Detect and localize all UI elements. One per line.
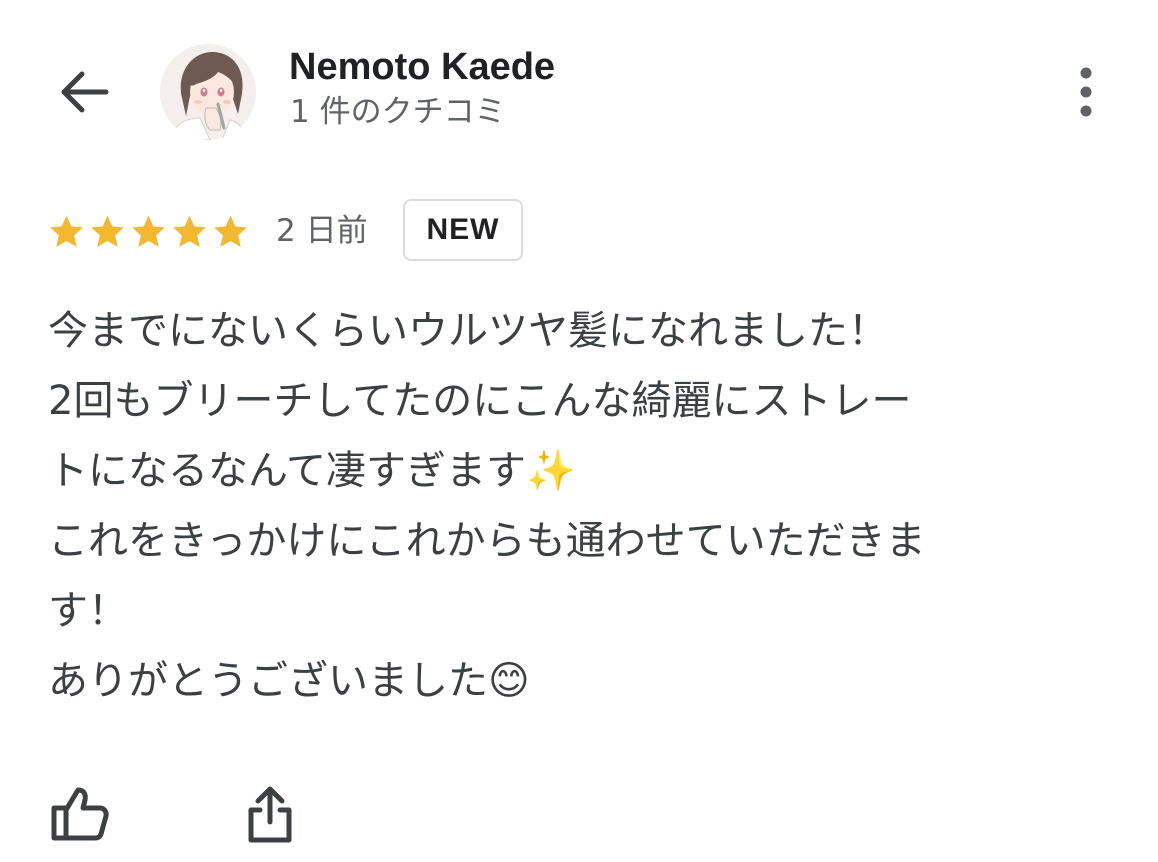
star-icon xyxy=(91,215,124,247)
review-line: 今までにないくらいウルツヤ髪になれました！ xyxy=(48,308,888,354)
new-badge: NEW xyxy=(403,199,523,261)
review-text: 今までにないくらいウルツヤ髪になれました！ 2回もブリーチしてたのにこんな綺麗に… xyxy=(48,296,1123,716)
review-line: 2回もブリーチしてたのにこんな綺麗にストレー xyxy=(48,378,912,424)
thumbs-up-icon xyxy=(51,787,109,841)
avatar[interactable] xyxy=(160,44,256,140)
review-line: す！ xyxy=(48,588,128,634)
review-line: トになるなんて凄すぎます✨ xyxy=(48,448,576,494)
like-button[interactable] xyxy=(48,784,112,844)
back-button[interactable] xyxy=(52,62,116,122)
more-vert-icon xyxy=(1080,67,1092,117)
review-line: これをきっかけにこれからも通わせていただきま xyxy=(48,518,926,564)
avatar-illustration xyxy=(160,44,256,140)
review-date: 2 日前 xyxy=(276,213,368,249)
star-icon xyxy=(173,215,206,247)
star-icon xyxy=(50,215,83,247)
reviewer-name[interactable]: Nemoto Kaede xyxy=(289,44,555,90)
star-rating xyxy=(46,212,251,252)
review-count: 1 件のクチコミ xyxy=(290,94,506,130)
star-icon xyxy=(132,215,165,247)
arrow-left-icon xyxy=(61,71,109,113)
share-button[interactable] xyxy=(240,784,300,846)
more-options-button[interactable] xyxy=(1066,62,1106,122)
star-icon xyxy=(214,215,247,247)
share-icon xyxy=(248,786,292,843)
review-line: ありがとうございました😊 xyxy=(48,658,530,704)
